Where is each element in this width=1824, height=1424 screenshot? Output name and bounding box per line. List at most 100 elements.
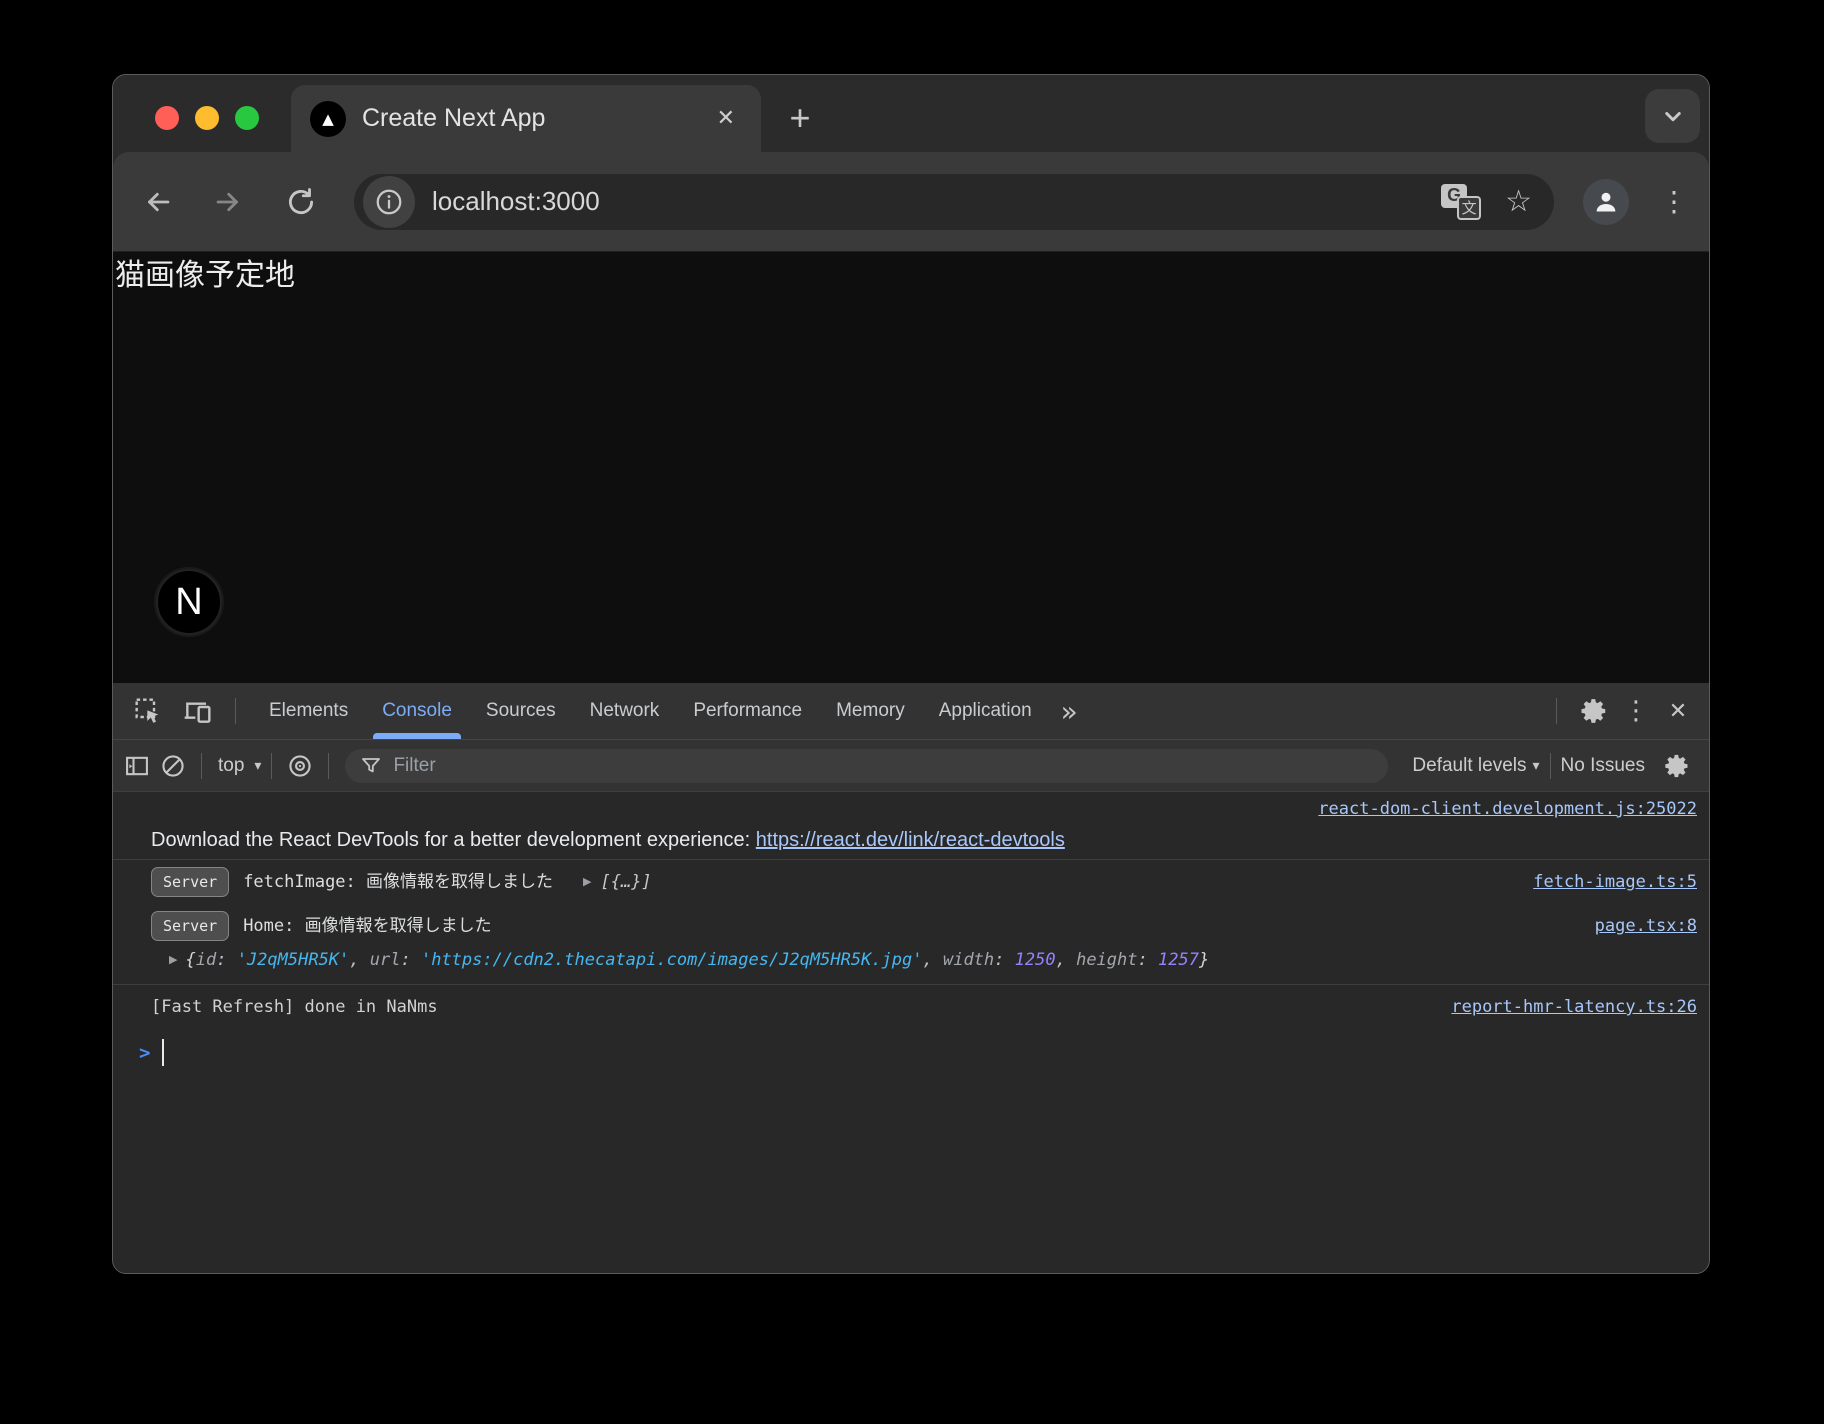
devtools-panel: Elements Console Sources Network Perform… bbox=[113, 683, 1709, 1273]
inspect-cursor-icon bbox=[132, 695, 164, 727]
console-settings-button[interactable] bbox=[1659, 748, 1695, 784]
separator bbox=[1556, 698, 1557, 724]
forward-button[interactable] bbox=[208, 182, 248, 222]
message-text: [Fast Refresh] done in NaNms bbox=[151, 992, 438, 1022]
devtools-tab-bar: Elements Console Sources Network Perform… bbox=[113, 683, 1709, 740]
context-selector[interactable]: top bbox=[218, 755, 244, 777]
react-devtools-link[interactable]: https://react.dev/link/react-devtools bbox=[756, 829, 1065, 851]
separator bbox=[201, 753, 202, 779]
server-badge: Server bbox=[151, 867, 229, 897]
filter-input[interactable] bbox=[393, 755, 1374, 777]
close-window-button[interactable] bbox=[155, 106, 179, 130]
eye-icon bbox=[286, 752, 314, 780]
console-prompt[interactable]: > bbox=[113, 1029, 1709, 1066]
console-messages: react-dom-client.development.js:25022 Do… bbox=[113, 792, 1709, 1273]
message-text-part: Download the React DevTools for a better… bbox=[151, 829, 756, 851]
page-viewport: 猫画像予定地 N bbox=[113, 251, 1709, 683]
devtools-close-button[interactable]: ✕ bbox=[1657, 690, 1699, 732]
more-tabs-icon[interactable]: » bbox=[1049, 695, 1090, 728]
live-expression-button[interactable] bbox=[282, 748, 318, 784]
chevron-down-icon bbox=[1658, 101, 1688, 131]
console-filter-field[interactable] bbox=[345, 749, 1388, 783]
nextjs-favicon-icon: ▲ bbox=[310, 101, 346, 137]
tab-memory[interactable]: Memory bbox=[819, 683, 922, 739]
console-message-fetchimage: Server fetchImage: 画像情報を取得しました ▶ [{…}] f… bbox=[113, 860, 1709, 904]
clear-console-button[interactable] bbox=[155, 748, 191, 784]
tab-performance[interactable]: Performance bbox=[676, 683, 819, 739]
inspect-element-button[interactable] bbox=[127, 690, 169, 732]
devtools-settings-button[interactable] bbox=[1573, 690, 1615, 732]
separator bbox=[271, 753, 272, 779]
translate-button[interactable]: G 文 bbox=[1441, 184, 1481, 220]
tab-elements[interactable]: Elements bbox=[252, 683, 365, 739]
kebab-glyph: ⋮ bbox=[1623, 696, 1649, 726]
separator bbox=[1550, 753, 1551, 779]
new-tab-button[interactable]: + bbox=[777, 95, 823, 141]
tab-network[interactable]: Network bbox=[573, 683, 677, 739]
source-link[interactable]: react-dom-client.development.js:25022 bbox=[1318, 799, 1697, 819]
issues-counter[interactable]: No Issues bbox=[1561, 755, 1645, 777]
browser-menu-kebab-icon[interactable]: ⋮ bbox=[1659, 185, 1689, 218]
source-link[interactable]: page.tsx:8 bbox=[1595, 911, 1697, 941]
traffic-lights bbox=[155, 106, 259, 130]
tab-title: Create Next App bbox=[362, 104, 717, 133]
text-cursor bbox=[162, 1039, 164, 1066]
source-link[interactable]: fetch-image.ts:5 bbox=[1533, 867, 1697, 897]
back-arrow-icon bbox=[141, 185, 175, 219]
translate-char-icon: 文 bbox=[1457, 196, 1481, 220]
tab-close-icon[interactable]: ✕ bbox=[717, 106, 735, 131]
tab-application[interactable]: Application bbox=[922, 683, 1049, 739]
message-text: Download the React DevTools for a better… bbox=[151, 824, 1697, 856]
back-button[interactable] bbox=[138, 182, 178, 222]
server-badge: Server bbox=[151, 911, 229, 941]
reload-button[interactable] bbox=[281, 182, 321, 222]
minimize-window-button[interactable] bbox=[195, 106, 219, 130]
console-message-react-devtools: react-dom-client.development.js:25022 Do… bbox=[113, 792, 1709, 860]
gear-icon bbox=[1663, 752, 1691, 780]
default-levels-dropdown[interactable]: Default levels bbox=[1412, 755, 1526, 777]
message-text: Home: 画像情報を取得しました bbox=[243, 911, 491, 941]
object-preview-line: ▶ {id: 'J2qM5HR5K', url: 'https://cdn2.t… bbox=[151, 945, 1697, 975]
browser-toolbar: localhost:3000 G 文 ☆ ⋮ bbox=[113, 152, 1709, 251]
message-text: fetchImage: 画像情報を取得しました bbox=[243, 867, 553, 897]
address-bar[interactable]: localhost:3000 G 文 ☆ bbox=[354, 174, 1554, 230]
nextjs-dev-indicator-button[interactable]: N bbox=[156, 569, 222, 635]
expand-triangle-icon[interactable]: ▶ bbox=[169, 945, 177, 975]
reload-icon bbox=[284, 185, 318, 219]
gear-icon bbox=[1579, 696, 1609, 726]
device-toolbar-button[interactable] bbox=[177, 690, 219, 732]
console-sidebar-toggle-button[interactable] bbox=[119, 748, 155, 784]
tab-console[interactable]: Console bbox=[365, 683, 469, 739]
tab-sources[interactable]: Sources bbox=[469, 683, 573, 739]
funnel-filter-icon bbox=[359, 754, 383, 778]
console-toolbar: top ▾ Default levels ▾ No Issues bbox=[113, 740, 1709, 792]
browser-tab[interactable]: ▲ Create Next App ✕ bbox=[291, 85, 761, 152]
window-menu-chevron-button[interactable] bbox=[1645, 89, 1700, 143]
url-text[interactable]: localhost:3000 bbox=[432, 186, 600, 217]
devtools-menu-kebab-icon[interactable]: ⋮ bbox=[1615, 690, 1657, 732]
close-icon: ✕ bbox=[1669, 699, 1687, 724]
separator bbox=[235, 698, 236, 724]
info-icon bbox=[374, 187, 404, 217]
array-preview[interactable]: [{…}] bbox=[600, 867, 651, 897]
site-info-button[interactable] bbox=[363, 176, 415, 228]
forward-arrow-icon bbox=[211, 185, 245, 219]
chevron-down-icon: ▾ bbox=[254, 758, 261, 774]
console-message-fast-refresh: [Fast Refresh] done in NaNms report-hmr-… bbox=[113, 985, 1709, 1029]
cat-image-placeholder-text: 猫画像予定地 bbox=[115, 254, 295, 298]
sidebar-panel-icon bbox=[123, 752, 151, 780]
chevron-down-icon: ▾ bbox=[1532, 758, 1539, 774]
block-slash-icon bbox=[159, 752, 187, 780]
expand-triangle-icon[interactable]: ▶ bbox=[583, 867, 591, 897]
separator bbox=[328, 753, 329, 779]
profile-avatar-button[interactable] bbox=[1583, 179, 1629, 225]
prompt-chevron-icon: > bbox=[139, 1042, 150, 1064]
bookmark-star-icon[interactable]: ☆ bbox=[1505, 184, 1532, 219]
zoom-window-button[interactable] bbox=[235, 106, 259, 130]
browser-window: ▲ Create Next App ✕ + bbox=[112, 74, 1710, 1274]
person-icon bbox=[1591, 187, 1621, 217]
tab-strip: ▲ Create Next App ✕ + bbox=[113, 75, 1709, 152]
object-preview[interactable]: {id: 'J2qM5HR5K', url: 'https://cdn2.the… bbox=[185, 945, 1209, 975]
source-link[interactable]: report-hmr-latency.ts:26 bbox=[1451, 992, 1697, 1022]
device-toolbar-icon bbox=[182, 695, 214, 727]
